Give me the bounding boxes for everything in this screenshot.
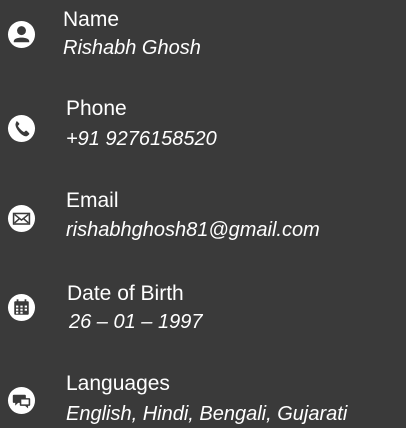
email-label: Email [66,189,119,212]
dob-label: Date of Birth [67,282,184,305]
chat-icon [7,386,36,415]
name-label: Name [63,8,120,31]
dob-value: 26 – 01 – 1997 [69,311,203,333]
envelope-icon [7,204,36,233]
user-icon [7,20,36,49]
languages-label: Languages [66,372,170,395]
phone-value: +91 9276158520 [66,128,217,150]
calendar-icon [7,293,36,322]
phone-label: Phone [66,97,127,120]
email-value: rishabhghosh81@gmail.com [66,219,320,241]
name-value: Rishabh Ghosh [63,37,201,59]
phone-icon [7,114,36,143]
languages-value: English, Hindi, Bengali, Gujarati [66,403,348,425]
